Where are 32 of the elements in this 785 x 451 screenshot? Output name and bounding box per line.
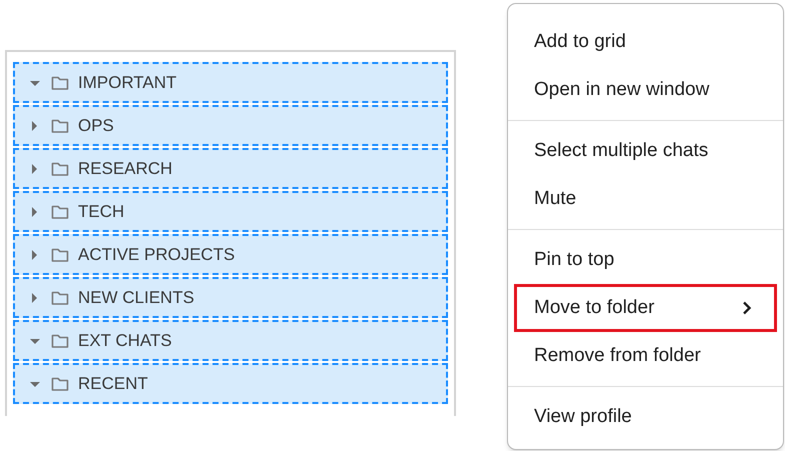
folder-icon: [51, 160, 69, 176]
menu-item[interactable]: Select multiple chats: [514, 127, 777, 175]
folder-row[interactable]: EXT CHATS: [13, 320, 448, 361]
folder-label: TECH: [78, 200, 124, 223]
folder-icon: [51, 290, 69, 306]
menu-item[interactable]: Pin to top: [514, 236, 777, 284]
folder-label: ACTIVE PROJECTS: [78, 244, 235, 266]
menu-item[interactable]: Move to folder: [514, 284, 777, 332]
menu-item[interactable]: Mute: [514, 175, 777, 223]
folder-label: IMPORTANT: [78, 72, 177, 94]
folder-icon: [51, 118, 69, 134]
folder-icon: [51, 376, 69, 392]
folder-row[interactable]: OPS: [13, 105, 448, 146]
folder-icon: [51, 74, 69, 90]
folder-icon: [51, 246, 69, 262]
folder-label: RESEARCH: [78, 158, 172, 180]
folder-icon: [51, 332, 69, 348]
folder-row[interactable]: RECENT: [13, 363, 448, 404]
folder-icon: [51, 204, 69, 220]
folder-label: NEW CLIENTS: [78, 286, 194, 309]
folder-row[interactable]: ACTIVE PROJECTS: [13, 234, 448, 275]
menu-item[interactable]: Remove from folder: [514, 332, 777, 380]
folder-row[interactable]: IMPORTANT: [13, 62, 448, 103]
menu-item[interactable]: View profile: [514, 393, 777, 441]
folder-label: RECENT: [78, 372, 148, 395]
menu-item[interactable]: Open in new window: [514, 66, 777, 114]
folder-row[interactable]: RESEARCH: [13, 148, 448, 189]
folder-row[interactable]: TECH: [13, 191, 448, 232]
folder-label: OPS: [78, 114, 114, 137]
folder-row[interactable]: NEW CLIENTS: [13, 277, 448, 318]
folder-label: EXT CHATS: [78, 330, 172, 352]
menu-item[interactable]: Add to grid: [514, 18, 777, 66]
